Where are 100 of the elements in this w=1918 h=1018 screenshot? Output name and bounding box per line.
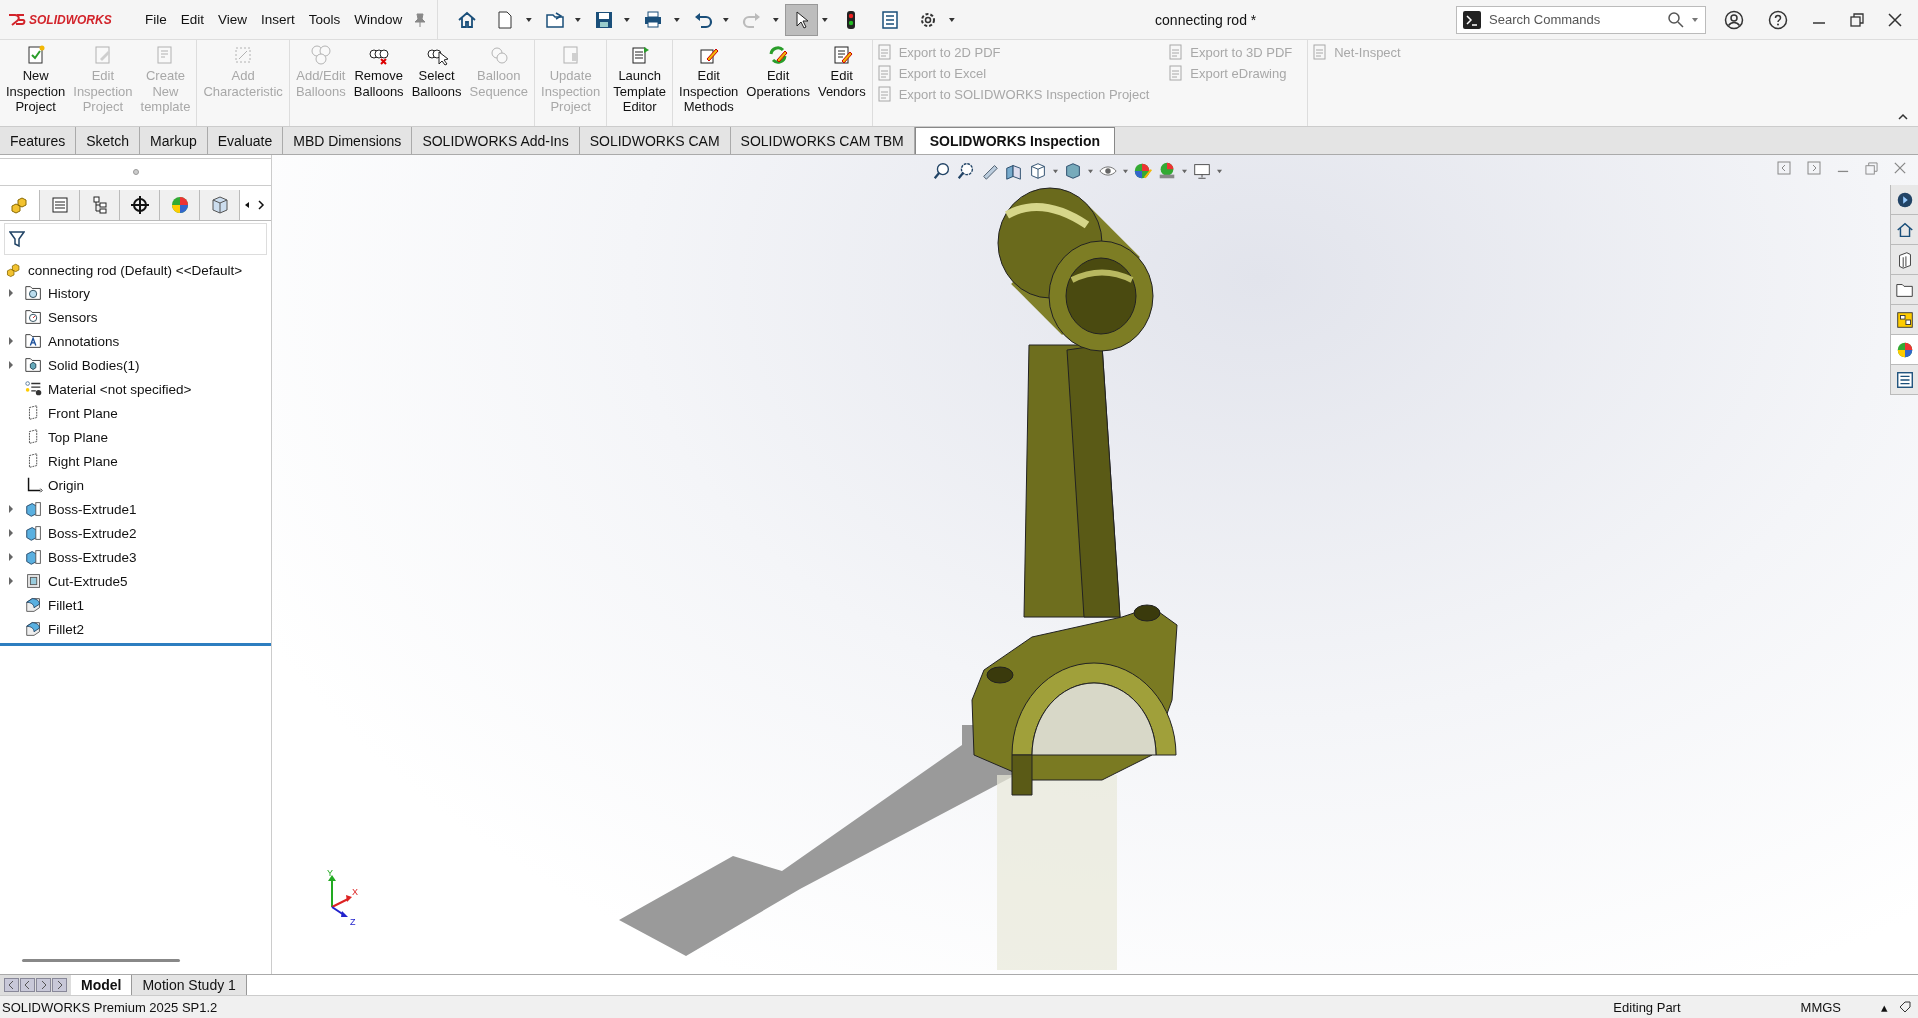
sensors-folder-icon <box>24 307 44 327</box>
expand-arrow-icon[interactable] <box>8 529 14 537</box>
restore-icon[interactable] <box>1850 12 1864 27</box>
bodies-folder-icon <box>24 355 44 375</box>
model-tab[interactable]: Motion Study 1 <box>132 975 247 995</box>
ribbon-button[interactable]: Edit Vendors <box>813 44 870 126</box>
ribbon-tab[interactable]: SOLIDWORKS CAM <box>579 127 731 154</box>
units-selector[interactable]: MMGS <box>1800 999 1841 1015</box>
search-box[interactable]: Search Commands <box>1456 5 1706 34</box>
menu-item[interactable]: Insert <box>254 12 302 27</box>
expand-arrow-icon[interactable] <box>8 361 14 369</box>
tree-item[interactable]: Top Plane <box>48 429 109 445</box>
monitor-icon[interactable] <box>1192 161 1212 181</box>
ribbon-tab[interactable]: Sketch <box>76 127 141 154</box>
menu-item[interactable]: File <box>138 12 174 27</box>
tree-item[interactable]: Boss-Extrude1 <box>48 501 137 517</box>
expand-arrow-icon[interactable] <box>8 505 14 513</box>
ribbon-tab[interactable]: MBD Dimensions <box>283 127 413 154</box>
zoom-area-icon[interactable] <box>956 161 976 181</box>
shaded-cube-icon[interactable] <box>1063 161 1083 181</box>
ribbon-tab[interactable]: Features <box>0 127 77 154</box>
tree-item[interactable]: Fillet2 <box>48 621 84 637</box>
logo-icon <box>8 11 26 28</box>
pin-icon[interactable] <box>413 11 428 28</box>
dropdown-caret-icon[interactable] <box>722 16 730 23</box>
ribbon-button[interactable]: Launch Template Editor <box>609 44 671 126</box>
ribbon-button[interactable]: New Inspection Project <box>2 44 70 126</box>
balloons-icon <box>309 44 332 66</box>
collapse-ribbon-icon[interactable] <box>1898 113 1908 120</box>
axis-label: Z <box>350 917 356 927</box>
expand-arrow-icon[interactable] <box>8 577 14 585</box>
pdf-export-icon <box>1168 44 1185 60</box>
menu-item[interactable]: Window <box>347 12 410 27</box>
scene-icon[interactable] <box>1157 161 1177 181</box>
ribbon-tab[interactable]: SOLIDWORKS Add-Ins <box>412 127 580 154</box>
tree-item[interactable]: Front Plane <box>48 405 118 421</box>
tree-item[interactable]: Annotations <box>48 333 120 349</box>
tree-item[interactable]: Origin <box>48 477 84 493</box>
cube-icon[interactable] <box>1028 161 1048 181</box>
dropdown-caret-icon[interactable] <box>820 16 829 23</box>
search-field[interactable]: Search Commands <box>1487 11 1661 28</box>
ribbon-tab[interactable]: Evaluate <box>207 127 284 154</box>
app-name: SOLIDWORKS <box>29 12 112 27</box>
tree-item[interactable]: History <box>48 285 90 301</box>
close-icon[interactable] <box>1888 12 1902 27</box>
tree-item[interactable]: Boss-Extrude2 <box>48 525 137 541</box>
ribbon-button[interactable]: Edit Inspection Methods <box>675 44 743 126</box>
tree-item[interactable]: Right Plane <box>48 453 118 469</box>
dropdown-caret-icon[interactable] <box>771 16 780 23</box>
dropdown-caret-icon[interactable] <box>623 16 632 23</box>
ribbon-tab[interactable]: SOLIDWORKS CAM TBM <box>730 127 915 154</box>
ribbon-button[interactable]: Select Balloons <box>407 44 466 126</box>
terminal-icon <box>1463 10 1481 29</box>
filter-icon <box>9 230 25 248</box>
crosshair-icon <box>128 194 151 216</box>
ribbon-button[interactable]: Edit Operations <box>742 44 814 126</box>
inspection-export-icon <box>876 86 893 102</box>
properties-icon <box>1894 369 1915 390</box>
edrawing-export-icon <box>1168 65 1185 81</box>
task-pane-tab[interactable] <box>1891 335 1918 365</box>
tree-item[interactable]: Sensors <box>48 309 98 325</box>
user-icon[interactable] <box>1724 9 1744 30</box>
tree-item[interactable]: Boss-Extrude3 <box>48 549 137 565</box>
connecting-rod-drawing[interactable] <box>971 187 1178 796</box>
tile-right-icon[interactable] <box>1807 161 1821 175</box>
dropdown-caret-icon[interactable] <box>574 16 582 23</box>
x-axis-arrow <box>331 895 352 908</box>
ribbon-tab[interactable]: SOLIDWORKS Inspection <box>914 127 1115 154</box>
extrude-icon <box>24 499 44 519</box>
panel-tab[interactable] <box>120 190 160 220</box>
search-icon[interactable] <box>1667 10 1685 29</box>
axis-label: Y <box>327 868 333 878</box>
filter-field[interactable] <box>4 223 267 255</box>
tree-item[interactable]: Fillet1 <box>48 597 84 613</box>
expand-arrow-icon[interactable] <box>8 337 14 345</box>
scrollbar-thumb[interactable] <box>22 959 180 962</box>
tree-root[interactable]: connecting rod (Default) <<Default> <box>28 262 243 278</box>
help-icon[interactable] <box>1768 9 1788 30</box>
zoom-fit-icon[interactable] <box>932 161 952 181</box>
extrude-icon <box>24 547 44 567</box>
axis-label: X <box>352 887 358 897</box>
menu-item[interactable]: View <box>211 12 255 27</box>
menu-item[interactable]: Edit <box>173 12 212 27</box>
menu-item[interactable]: Tools <box>301 12 348 27</box>
expand-arrow-icon[interactable] <box>8 553 14 561</box>
units-caret[interactable]: ▴ <box>1881 999 1888 1015</box>
tile-left-icon[interactable] <box>1777 161 1791 175</box>
color-ball-icon[interactable] <box>1133 161 1153 181</box>
expand-arrow-icon[interactable] <box>8 289 14 297</box>
tree-item[interactable]: Solid Bodies(1) <box>48 357 140 373</box>
ribbon-tab[interactable]: Markup <box>140 127 208 154</box>
tree-item[interactable]: Cut-Extrude5 <box>48 573 128 589</box>
dropdown-caret-icon[interactable] <box>524 16 533 23</box>
tag-icon[interactable] <box>1898 1000 1912 1014</box>
splitter-handle-icon[interactable] <box>132 169 139 175</box>
dropdown-caret-icon[interactable] <box>672 16 681 23</box>
pointer-button[interactable] <box>785 3 818 36</box>
dropdown-caret-icon[interactable] <box>947 16 956 23</box>
ribbon-button[interactable]: Remove Balloons <box>349 44 408 126</box>
tree-item[interactable]: Material <not specified> <box>48 381 192 397</box>
